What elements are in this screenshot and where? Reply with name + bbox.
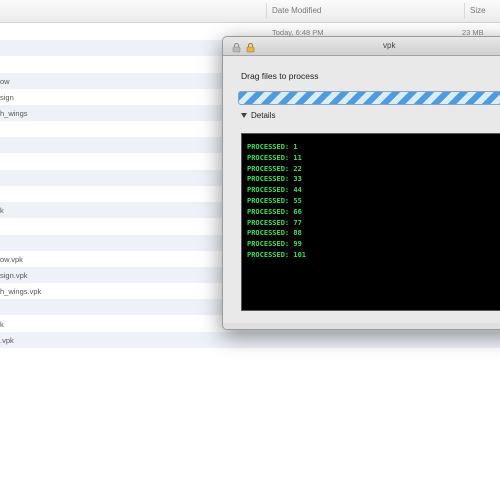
padlock-icon[interactable] [245, 40, 256, 53]
console-line: PROCESSED: 66 [247, 207, 302, 216]
console-line: PROCESSED: 101 [247, 250, 307, 259]
details-label: Details [251, 111, 276, 120]
details-console[interactable]: PROCESSED: 1 PROCESSED: 11 PROCESSED: 22 PR… [241, 133, 500, 311]
window-titlebar[interactable]: vpk [223, 37, 500, 56]
column-header-date-modified[interactable]: Date Modified [272, 6, 321, 15]
list-header: Date Modified Size [0, 0, 500, 23]
vpk-window: vpk Drag files to process Details PROCES… [222, 36, 500, 330]
window-title: vpk [383, 41, 396, 50]
details-disclosure[interactable]: Details [241, 111, 275, 120]
file-name: ow.vpk [0, 254, 23, 264]
disclosure-triangle-icon[interactable] [241, 113, 247, 119]
column-header-size[interactable]: Size [470, 6, 486, 15]
file-name: sign.vpk [0, 271, 28, 280]
column-divider[interactable] [464, 3, 465, 19]
progress-bar [238, 91, 500, 105]
console-line: PROCESSED: 22 [247, 164, 302, 173]
list-row[interactable]: .vpk [0, 331, 500, 348]
window-footer [223, 323, 500, 329]
console-line: PROCESSED: 99 [247, 240, 302, 249]
file-name: h_wings [0, 109, 28, 118]
file-name: h_wings.vpk [0, 287, 42, 297]
file-name: k [0, 319, 4, 329]
console-line: PROCESSED: 77 [247, 218, 302, 227]
console-line: PROCESSED: 11 [247, 153, 302, 162]
console-line: PROCESSED: 88 [247, 229, 302, 238]
lock-icon[interactable] [231, 40, 242, 53]
console-line: PROCESSED: 44 [247, 186, 302, 195]
console-line: PROCESSED: 1 [247, 143, 298, 151]
file-name: .vpk [0, 335, 14, 345]
console-output: PROCESSED: 1 PROCESSED: 11 PROCESSED: 22 PR… [247, 142, 306, 261]
file-name: ow [0, 76, 10, 86]
console-line: PROCESSED: 33 [247, 175, 302, 184]
drag-files-label: Drag files to process [241, 71, 319, 81]
column-divider[interactable] [266, 3, 267, 19]
console-line: PROCESSED: 55 [247, 196, 302, 205]
file-name: sign [0, 92, 14, 102]
file-name: k [0, 206, 4, 216]
